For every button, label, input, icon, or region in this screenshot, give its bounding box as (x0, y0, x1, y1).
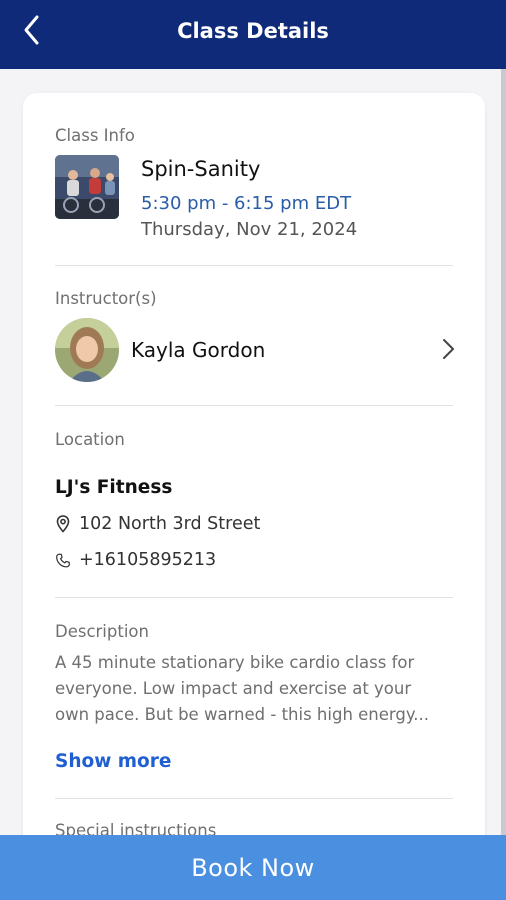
description-text: A 45 minute stationary bike cardio class… (55, 653, 430, 724)
class-info-label: Class Info (55, 126, 135, 145)
chevron-right-icon (443, 339, 454, 359)
avatar (55, 318, 119, 382)
book-now-button[interactable]: Book Now (0, 835, 506, 900)
book-now-label: Book Now (191, 853, 315, 882)
back-button[interactable] (14, 12, 50, 48)
page-title: Class Details (177, 18, 329, 43)
instructor-row[interactable]: Kayla Gordon (55, 318, 454, 384)
scrollbar[interactable] (501, 69, 506, 835)
divider (55, 265, 453, 266)
phone-text: +16105895213 (79, 550, 217, 570)
location-label: Location (55, 430, 125, 449)
description-label: Description (55, 622, 149, 641)
phone-line[interactable]: +16105895213 (55, 550, 216, 570)
address-line[interactable]: 102 North 3rd Street (55, 514, 260, 534)
instructors-label: Instructor(s) (55, 289, 157, 308)
divider (55, 405, 453, 406)
show-more-link[interactable]: Show more (55, 751, 171, 772)
location-name: LJ's Fitness (55, 477, 173, 498)
divider (55, 798, 453, 799)
class-date: Thursday, Nov 21, 2024 (141, 219, 358, 240)
chevron-left-icon (24, 15, 39, 45)
phone-icon (55, 551, 71, 569)
instructor-name: Kayla Gordon (131, 338, 266, 362)
top-app-bar: Class Details (0, 0, 506, 69)
class-details-card: Class Info Spin-Sanity 5:30 pm - 6:15 pm… (23, 93, 485, 893)
class-time: 5:30 pm - 6:15 pm EDT (141, 193, 352, 214)
address-text: 102 North 3rd Street (79, 514, 261, 534)
map-pin-icon (55, 515, 71, 533)
divider (55, 597, 453, 598)
class-thumbnail (55, 155, 119, 219)
class-name: Spin-Sanity (141, 157, 261, 181)
